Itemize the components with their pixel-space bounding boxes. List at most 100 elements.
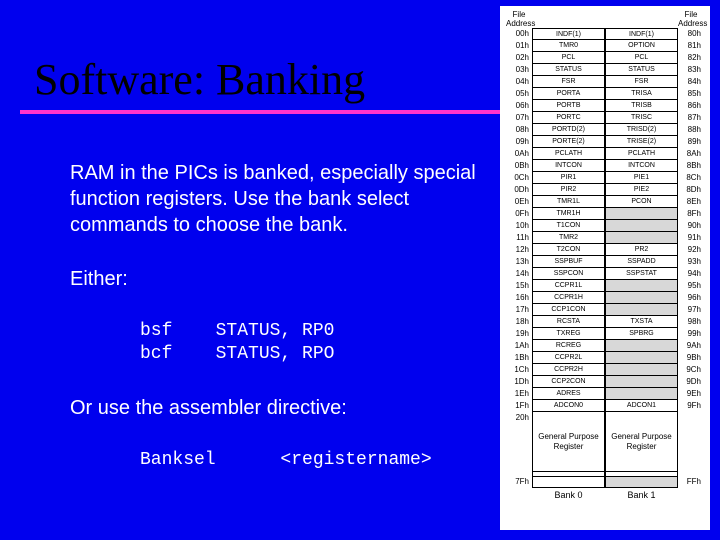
register-bank0: PIR1	[532, 172, 605, 184]
address-right: 8Fh	[678, 208, 704, 220]
register-row: 04hFSRFSR84h	[506, 76, 704, 88]
register-row: 1ChCCPR2H9Ch	[506, 364, 704, 376]
address-right: 94h	[678, 268, 704, 280]
register-bank0: ADRES	[532, 388, 605, 400]
last-address-left: 7Fh	[506, 476, 532, 488]
register-bank1	[605, 280, 678, 292]
register-row: 1FhADCON0ADCON19Fh	[506, 400, 704, 412]
register-row: 1AhRCREG9Ah	[506, 340, 704, 352]
address-right: 98h	[678, 316, 704, 328]
register-bank0: PORTC	[532, 112, 605, 124]
address-right: 93h	[678, 256, 704, 268]
address-left: 17h	[506, 304, 532, 316]
register-bank0: SSPBUF	[532, 256, 605, 268]
last-address-right: FFh	[678, 476, 704, 488]
address-right: 8Eh	[678, 196, 704, 208]
address-left: 16h	[506, 292, 532, 304]
register-bank1: PCL	[605, 52, 678, 64]
address-right: 86h	[678, 100, 704, 112]
register-row: 10hT1CON90h	[506, 220, 704, 232]
register-bank0: PCLATH	[532, 148, 605, 160]
register-bank0: INDF(1)	[532, 28, 605, 40]
register-row: 06hPORTBTRISB86h	[506, 100, 704, 112]
register-row: 13hSSPBUFSSPADD93h	[506, 256, 704, 268]
register-bank1: SSPSTAT	[605, 268, 678, 280]
register-bank1: SPBRG	[605, 328, 678, 340]
register-bank1	[605, 364, 678, 376]
address-right: 89h	[678, 136, 704, 148]
register-bank0: CCP1CON	[532, 304, 605, 316]
register-bank0: FSR	[532, 76, 605, 88]
file-address-label-right: File Address	[678, 10, 704, 28]
register-bank0: ADCON0	[532, 400, 605, 412]
register-bank0: PORTA	[532, 88, 605, 100]
register-bank0: TMR0	[532, 40, 605, 52]
register-row: 11hTMR291h	[506, 232, 704, 244]
register-bank0: PORTE(2)	[532, 136, 605, 148]
address-left: 11h	[506, 232, 532, 244]
gpr-label-bank0: General Purpose Register	[532, 412, 605, 472]
register-row: 01hTMR0OPTION81h	[506, 40, 704, 52]
bank-labels: Bank 0 Bank 1	[506, 490, 704, 500]
register-bank0: PIR2	[532, 184, 605, 196]
gpr-label-bank1: General Purpose Register	[605, 412, 678, 472]
address-left: 1Eh	[506, 388, 532, 400]
address-left: 03h	[506, 64, 532, 76]
register-bank0: PORTB	[532, 100, 605, 112]
last-row: 7Fh FFh	[506, 476, 704, 488]
address-left: 0Eh	[506, 196, 532, 208]
register-row: 0BhINTCONINTCON8Bh	[506, 160, 704, 172]
register-bank1: OPTION	[605, 40, 678, 52]
either-label: Either:	[70, 266, 480, 292]
register-row: 00hINDF(1)INDF(1)80h	[506, 28, 704, 40]
register-bank1: TRISE(2)	[605, 136, 678, 148]
register-bank1: TRISB	[605, 100, 678, 112]
register-bank1	[605, 292, 678, 304]
register-bank0: CCP2CON	[532, 376, 605, 388]
register-bank1: FSR	[605, 76, 678, 88]
register-bank0: TXREG	[532, 328, 605, 340]
figure-header: File Address File Address	[506, 10, 704, 28]
register-bank0: TMR2	[532, 232, 605, 244]
or-label: Or use the assembler directive:	[70, 395, 480, 421]
address-right: 99h	[678, 328, 704, 340]
register-row: 14hSSPCONSSPSTAT94h	[506, 268, 704, 280]
register-bank1: PIE2	[605, 184, 678, 196]
address-right: 9Dh	[678, 376, 704, 388]
register-bank1: TRISA	[605, 88, 678, 100]
register-row: 0AhPCLATHPCLATH8Ah	[506, 148, 704, 160]
register-bank0: PORTD(2)	[532, 124, 605, 136]
register-bank1: TRISC	[605, 112, 678, 124]
address-left: 1Ch	[506, 364, 532, 376]
address-left: 00h	[506, 28, 532, 40]
register-bank1	[605, 352, 678, 364]
register-row: 0ChPIR1PIE18Ch	[506, 172, 704, 184]
address-left: 19h	[506, 328, 532, 340]
address-right: 82h	[678, 52, 704, 64]
register-bank1: STATUS	[605, 64, 678, 76]
register-row: 03hSTATUSSTATUS83h	[506, 64, 704, 76]
register-row: 18hRCSTATXSTA98h	[506, 316, 704, 328]
address-left: 01h	[506, 40, 532, 52]
file-address-label-left: File Address	[506, 10, 532, 28]
last-cell-bank1	[605, 476, 678, 488]
address-left: 05h	[506, 88, 532, 100]
address-left: 07h	[506, 112, 532, 124]
address-right: 88h	[678, 124, 704, 136]
register-bank0: CCPR1H	[532, 292, 605, 304]
register-row: 05hPORTATRISA85h	[506, 88, 704, 100]
register-bank1: PCON	[605, 196, 678, 208]
address-right: 8Bh	[678, 160, 704, 172]
address-right: 9Ch	[678, 364, 704, 376]
address-left: 0Fh	[506, 208, 532, 220]
address-right: 9Bh	[678, 352, 704, 364]
address-left: 1Bh	[506, 352, 532, 364]
address-right: 96h	[678, 292, 704, 304]
gpr-address-left: 20h	[506, 412, 532, 472]
register-bank0: T2CON	[532, 244, 605, 256]
register-row: 07hPORTCTRISC87h	[506, 112, 704, 124]
register-bank1	[605, 340, 678, 352]
register-row: 17hCCP1CON97h	[506, 304, 704, 316]
register-bank1	[605, 220, 678, 232]
address-left: 0Dh	[506, 184, 532, 196]
